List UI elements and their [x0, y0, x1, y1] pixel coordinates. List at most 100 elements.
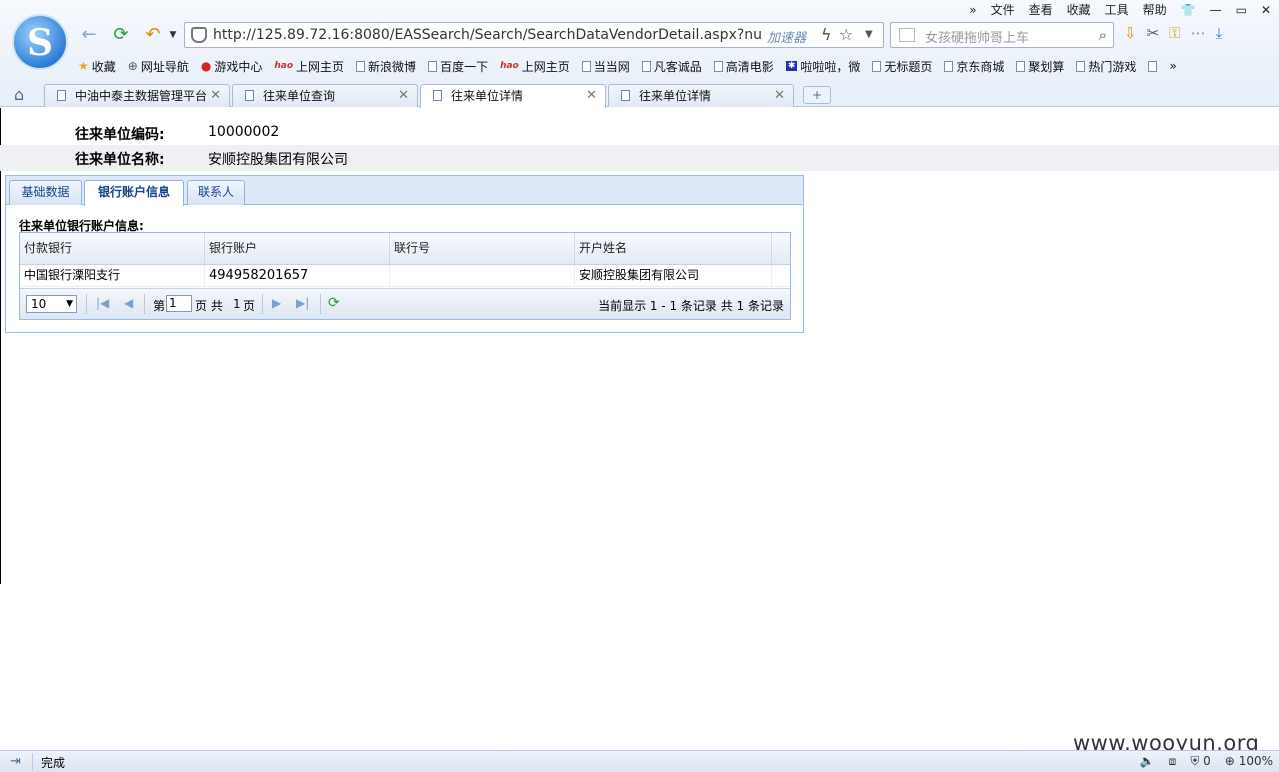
menu-bar: » 文件 查看 收藏 工具 帮助 👕 — ▭ ✕	[969, 2, 1271, 18]
refresh-icon[interactable]: ⟳	[110, 24, 132, 46]
bookmark-item[interactable]: 凡客诚品	[641, 57, 702, 75]
shield-counter[interactable]: ⛨ 0	[1190, 754, 1210, 769]
bookmark-item[interactable]: 聚划算	[1016, 57, 1064, 75]
bookmark-label: 热门游戏	[1088, 59, 1137, 74]
page-icon	[1148, 60, 1158, 72]
address-bar[interactable]: http://125.89.72.16:8080/EASSearch/Searc…	[184, 22, 884, 48]
bookmark-item[interactable]: ★ 收藏	[78, 57, 116, 75]
prev-page-icon[interactable]: ◀	[124, 296, 133, 310]
left-border	[0, 108, 1, 584]
tab-contacts[interactable]: 联系人	[187, 180, 245, 205]
chevron-down-icon: ▼	[66, 299, 73, 309]
search-engine-icon[interactable]	[899, 28, 915, 42]
scissors-icon[interactable]: ✂	[1147, 24, 1160, 42]
browser-tab-active[interactable]: 往来单位详情 ✕	[420, 84, 606, 108]
chevron-down-icon[interactable]: ▼	[865, 29, 873, 40]
menu-tools[interactable]: 工具	[1105, 2, 1129, 18]
zoom-control[interactable]: ⊕ 100%	[1225, 754, 1273, 769]
bookmark-item[interactable]: ⊕ 网址导航	[128, 57, 189, 75]
menu-file[interactable]: 文件	[991, 2, 1015, 18]
refresh-icon[interactable]: ⟳	[328, 295, 340, 311]
status-tools: 🔈 ⧈ ⛨ 0 ⊕ 100%	[1140, 754, 1273, 769]
download-manager-icon[interactable]: ⤓	[1216, 24, 1223, 42]
menu-more[interactable]: »	[969, 2, 976, 18]
page-size-select[interactable]: 10 ▼	[26, 295, 77, 313]
restore-button[interactable]: ▭	[1236, 2, 1247, 18]
tab-basic-data[interactable]: 基础数据	[9, 180, 82, 205]
grid-pager: 10 ▼ |◀ ◀ 第 1 页 共 1 页 ▶ ▶| ⟳ 当前显示 1 - 1 …	[20, 288, 790, 319]
table-row[interactable]: 中国银行溧阳支行 494958201657 安顺控股集团有限公司	[20, 265, 790, 287]
bookmark-label: 网址导航	[140, 59, 189, 74]
undo-dropdown-icon[interactable]: ▼	[162, 24, 184, 46]
menu-favorites[interactable]: 收藏	[1067, 2, 1091, 18]
toolbar-icons: ⇩ ✂ ⚿ ⋯ ⤓	[1124, 24, 1222, 42]
address-url[interactable]: http://125.89.72.16:8080/EASSearch/Searc…	[213, 27, 761, 43]
bookmark-item[interactable]: hao 上网主页	[274, 57, 344, 75]
globe-icon: ⊕	[127, 59, 138, 73]
close-icon[interactable]: ✕	[586, 85, 597, 107]
page-number-input[interactable]: 1	[166, 295, 192, 312]
bookmark-item[interactable]: 热门游戏	[1076, 57, 1136, 75]
vendor-name-row: 往来单位名称: 安顺控股集团有限公司	[0, 145, 1279, 171]
bookmark-item[interactable]: 新浪微博	[356, 57, 416, 75]
bookmark-item[interactable]: 京东商城	[944, 57, 1004, 75]
search-icon[interactable]: ⌕	[1099, 26, 1107, 44]
close-icon[interactable]: ✕	[774, 85, 785, 107]
browser-logo[interactable]: S	[12, 14, 68, 70]
bookmark-label: 无标题页	[884, 59, 933, 74]
toolbox-icon[interactable]: ⧈	[1169, 754, 1177, 769]
bookmark-item[interactable]: 无标题页	[872, 57, 932, 75]
bookmark-item[interactable]	[1148, 57, 1158, 75]
more-icon[interactable]: ⋯	[1191, 24, 1206, 42]
lightning-icon[interactable]: ϟ	[821, 25, 832, 44]
bookmark-item[interactable]: 当当网	[581, 57, 630, 75]
undo-icon[interactable]: ↶	[142, 24, 164, 46]
panel-tab-bar: 基础数据 银行账户信息 联系人	[6, 176, 803, 206]
new-tab-button[interactable]: +	[803, 86, 831, 104]
total-pages: 1	[233, 297, 241, 311]
last-page-icon[interactable]: ▶|	[296, 296, 309, 310]
download-icon[interactable]: ⇩	[1124, 24, 1137, 42]
menu-view[interactable]: 查看	[1029, 2, 1053, 18]
volume-icon[interactable]: 🔈	[1140, 754, 1155, 769]
skin-icon[interactable]: 👕	[1181, 2, 1196, 18]
zoom-level: 100%	[1238, 754, 1273, 768]
bookmark-item[interactable]: 高清电影	[713, 57, 774, 75]
bookmark-item[interactable]: ● 游戏中心	[201, 57, 263, 75]
shield-icon	[191, 27, 207, 43]
bookmark-label: 游戏中心	[214, 59, 263, 74]
column-header-bank[interactable]: 付款银行	[20, 233, 205, 265]
column-header-account[interactable]: 银行账户	[205, 233, 390, 265]
bookmark-item[interactable]: hao 上网主页	[500, 57, 570, 75]
tab-bank-accounts[interactable]: 银行账户信息	[84, 180, 184, 206]
page-size-value: 10	[31, 297, 47, 311]
search-box[interactable]: 女孩硬拖帅哥上车 ⌕	[890, 22, 1114, 48]
bookmark-item[interactable]: ✱ 啦啦啦，微	[785, 57, 860, 75]
status-divider	[32, 753, 33, 771]
search-input[interactable]: 女孩硬拖帅哥上车	[925, 27, 1029, 46]
browser-tab[interactable]: 中油中泰主数据管理平台 ✕	[44, 84, 230, 107]
home-icon[interactable]: ⌂	[14, 85, 24, 104]
accelerator-label[interactable]: 加速器	[767, 27, 806, 46]
first-page-icon[interactable]: |◀	[96, 296, 109, 310]
back-arrow-icon[interactable]: ←	[78, 24, 100, 46]
next-page-icon[interactable]: ▶	[272, 296, 281, 310]
key-icon[interactable]: ⚿	[1169, 24, 1180, 42]
sidebar-toggle-icon[interactable]: ⇥	[10, 754, 21, 769]
page-prefix: 第	[153, 299, 166, 313]
column-header-routing-number[interactable]: 联行号	[390, 233, 575, 265]
minimize-button[interactable]: —	[1210, 2, 1222, 18]
bookmark-item[interactable]: 百度一下	[428, 57, 488, 75]
menu-help[interactable]: 帮助	[1143, 2, 1167, 18]
shield-count: 0	[1203, 754, 1211, 768]
close-icon[interactable]: ✕	[398, 85, 409, 107]
close-window-button[interactable]: ✕	[1261, 2, 1271, 18]
column-header-account-name[interactable]: 开户姓名	[575, 233, 772, 265]
star-icon[interactable]: ☆	[839, 25, 853, 44]
bookmark-label: 高清电影	[725, 59, 774, 74]
logo-letter: S	[27, 22, 53, 64]
bookmarks-more-icon[interactable]: »	[1169, 57, 1176, 75]
browser-tab[interactable]: 往来单位详情 ✕	[608, 84, 794, 107]
close-icon[interactable]: ✕	[210, 85, 221, 107]
browser-tab[interactable]: 往来单位查询 ✕	[232, 84, 418, 107]
